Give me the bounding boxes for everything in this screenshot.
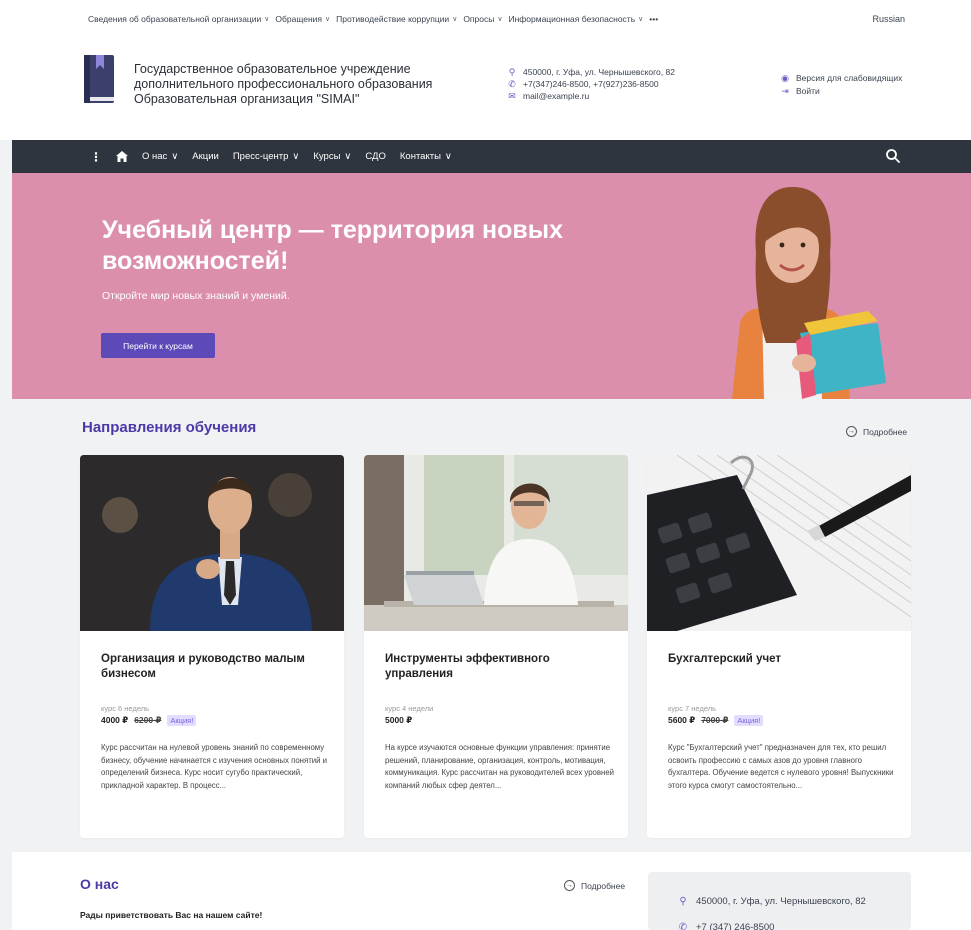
hero-title: Учебный центр — территория новых возможн…	[102, 216, 564, 275]
top-link-surveys[interactable]: Опросы ∨	[463, 14, 502, 24]
top-link-org-info[interactable]: Сведения об образовательной организации ∨	[88, 14, 269, 24]
chevron-down-icon: ∨	[638, 16, 644, 23]
course-description: Курс "Бухгалтерский учет" предназначен д…	[668, 743, 894, 790]
header-address: ⚲ 450000, г. Уфа, ул. Чернышевского, 82	[508, 67, 675, 77]
eye-icon: ◉	[781, 73, 789, 83]
vertical-dots-menu-icon[interactable]: ⋮	[90, 150, 102, 164]
go-to-courses-button[interactable]: Перейти к курсам	[101, 333, 215, 358]
organization-name[interactable]: Государственное образовательное учрежден…	[134, 62, 432, 107]
header-links: ◉ Версия для слабовидящих ⇥ Войти	[780, 72, 902, 98]
directions-more-link[interactable]: → Подробнее	[846, 426, 907, 437]
phone-icon: ✆	[678, 922, 688, 930]
course-price: 5600 ₽ 7000 ₽ Акция!	[668, 715, 764, 726]
directions-section-title: Направления обучения	[82, 419, 257, 436]
course-description: Курс рассчитан на нулевой уровень знаний…	[101, 743, 327, 790]
top-utility-bar: Сведения об образовательной организации ∨…	[0, 0, 971, 40]
chevron-down-icon: ∨	[264, 16, 270, 23]
about-address: ⚲ 450000, г. Уфа, ул. Чернышевского, 82	[679, 896, 866, 907]
header-email[interactable]: ✉ mail@example.ru	[507, 90, 675, 102]
about-phone[interactable]: ✆ +7 (347) 246-8500	[678, 922, 775, 930]
location-pin-icon: ⚲	[679, 896, 687, 907]
about-more-link[interactable]: → Подробнее	[564, 880, 625, 891]
nav-item-press-center[interactable]: Пресс-центр ∨	[233, 151, 300, 162]
promo-badge: Акция!	[734, 715, 764, 726]
nav-item-lms[interactable]: СДО	[365, 151, 385, 162]
course-title[interactable]: Бухгалтерский учет	[668, 652, 898, 667]
chevron-down-icon: ∨	[292, 151, 300, 162]
course-duration: курс 6 недель	[101, 704, 150, 713]
top-link-infosec[interactable]: Информационная безопасность ∨	[508, 14, 643, 24]
more-menu-icon[interactable]: •••	[649, 14, 658, 24]
site-header: Государственное образовательное учрежден…	[0, 40, 971, 140]
chevron-down-icon: ∨	[325, 16, 331, 23]
chevron-down-icon: ∨	[497, 16, 503, 23]
chevron-down-icon: ∨	[452, 16, 458, 23]
language-selector[interactable]: Russian	[872, 14, 905, 24]
course-price: 5000 ₽	[385, 715, 412, 726]
chevron-down-icon: ∨	[444, 151, 452, 162]
course-price: 4000 ₽ 6200 ₽ Акция!	[101, 715, 197, 726]
businessman-photo	[80, 455, 344, 631]
about-lead-text: Рады приветствовать Вас на нашем сайте!	[80, 910, 263, 920]
calculator-photo	[647, 455, 911, 631]
course-description: На курсе изучаются основные функции упра…	[385, 743, 615, 790]
nav-item-contacts[interactable]: Контакты ∨	[400, 151, 452, 162]
arrow-right-circle-icon: →	[564, 880, 575, 891]
student-with-books-image	[732, 187, 886, 399]
price-current: 5600 ₽	[668, 715, 696, 725]
book-logo-icon[interactable]	[82, 53, 116, 105]
course-duration: курс 4 недели	[385, 704, 434, 713]
login-link[interactable]: ⇥ Войти	[780, 85, 902, 98]
price-current: 5000 ₽	[385, 715, 413, 725]
login-icon: ⇥	[781, 86, 789, 96]
search-icon[interactable]	[885, 148, 901, 164]
nav-item-promotions[interactable]: Акции	[192, 151, 219, 162]
arrow-right-circle-icon: →	[846, 426, 857, 437]
location-pin-icon: ⚲	[508, 67, 516, 77]
price-current: 4000 ₽	[101, 715, 129, 725]
top-utility-nav: Сведения об образовательной организации ∨…	[88, 14, 658, 24]
phone-icon: ✆	[508, 79, 516, 89]
course-card-management-tools[interactable]: Инструменты эффективного управления курс…	[364, 455, 628, 838]
hero-banner: Учебный центр — территория новых возможн…	[12, 173, 971, 399]
hero-subtitle: Откройте мир новых знаний и умений.	[102, 290, 290, 302]
main-navigation: ⋮ О нас ∨ Акции Пресс-центр ∨ Курсы ∨ СДО К…	[12, 140, 971, 173]
promo-badge: Акция!	[167, 715, 197, 726]
top-link-appeals[interactable]: Обращения ∨	[275, 14, 330, 24]
nav-item-about[interactable]: О нас ∨	[142, 151, 178, 162]
home-icon[interactable]	[116, 151, 128, 162]
chevron-down-icon: ∨	[171, 151, 179, 162]
course-title[interactable]: Организация и руководство малым бизнесом	[101, 652, 331, 682]
about-contacts-box: ⚲ 450000, г. Уфа, ул. Чернышевского, 82 ✆…	[648, 872, 911, 930]
top-link-anticorruption[interactable]: Противодействие коррупции ∨	[336, 14, 457, 24]
businesswoman-photo	[364, 455, 628, 631]
price-old: 6200 ₽	[134, 715, 162, 725]
course-card-accounting[interactable]: Бухгалтерский учет курс 7 недель 5600 ₽ …	[647, 455, 911, 838]
chevron-down-icon: ∨	[344, 151, 352, 162]
mail-icon: ✉	[508, 91, 516, 101]
price-old: 7000 ₽	[701, 715, 729, 725]
about-section-title: О нас	[80, 876, 119, 892]
accessibility-version-link[interactable]: ◉ Версия для слабовидящих	[780, 72, 902, 85]
course-title[interactable]: Инструменты эффективного управления	[385, 652, 615, 682]
course-duration: курс 7 недель	[668, 704, 717, 713]
nav-item-courses[interactable]: Курсы ∨	[313, 151, 351, 162]
header-contacts: ⚲ 450000, г. Уфа, ул. Чернышевского, 82 ✆…	[507, 66, 675, 102]
header-phones[interactable]: ✆ +7(347)246-8500, +7(927)236-8500	[507, 78, 675, 90]
course-card-small-business[interactable]: Организация и руководство малым бизнесом…	[80, 455, 344, 838]
